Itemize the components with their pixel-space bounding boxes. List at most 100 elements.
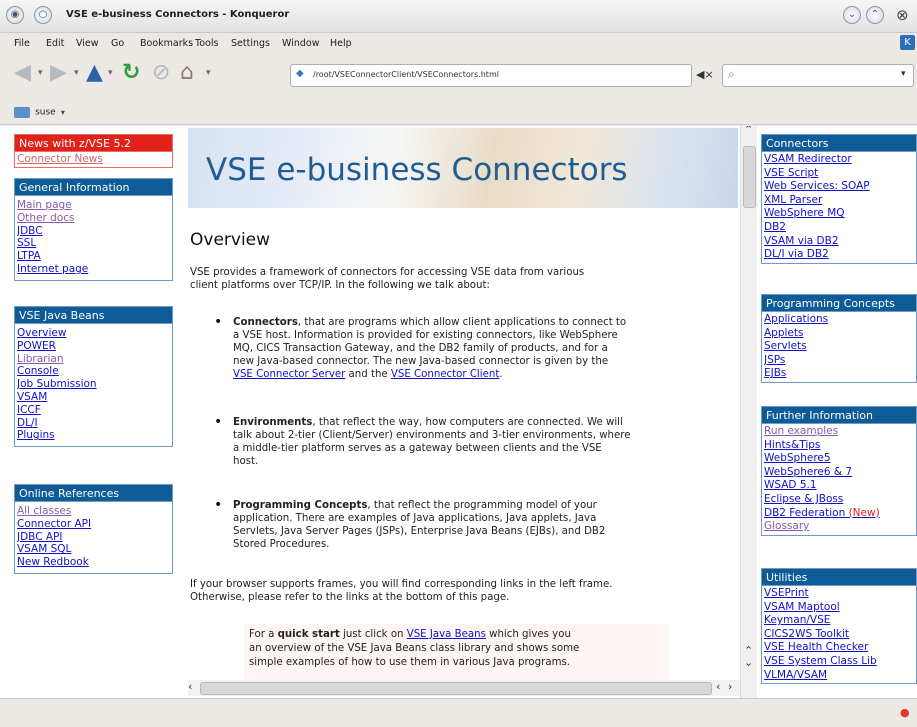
nav-link[interactable]: Keyman/VSE (764, 614, 916, 628)
location-bar[interactable]: ◆ /root/VSEConnectorClient/VSEConnectors… (290, 64, 692, 87)
reload-icon[interactable]: ↻ (122, 60, 140, 85)
konqueror-app-icon[interactable]: ◉ (6, 6, 24, 24)
home-dropdown-icon[interactable]: ▾ (206, 68, 211, 78)
nav-link[interactable]: Run examples (764, 425, 916, 439)
nav-link[interactable]: JDBC API (17, 531, 172, 544)
scroll-left-icon[interactable]: ‹ (188, 680, 192, 693)
bullet-text: and the (345, 369, 391, 380)
minimize-icon[interactable]: ⌄ (843, 6, 861, 24)
nav-link[interactable]: VSE System Class Lib (764, 655, 916, 669)
nav-link[interactable]: VLMA/VSAM (764, 669, 916, 683)
nav-link[interactable]: Plugins (17, 429, 172, 442)
scroll-up-icon[interactable]: ⌃ (744, 126, 753, 136)
nav-link[interactable]: WebSphere5 (764, 452, 916, 466)
forward-dropdown-icon[interactable]: ▾ (74, 68, 79, 78)
security-icon[interactable]: ● (900, 706, 910, 719)
nav-link[interactable]: Librarian (17, 353, 172, 366)
menu-edit[interactable]: Edit (46, 38, 64, 49)
up-icon[interactable]: ▲ (86, 60, 103, 85)
window-menu-icon[interactable]: ○ (34, 6, 52, 24)
nav-link[interactable]: LTPA (17, 250, 172, 263)
link-vse-connector-client[interactable]: VSE Connector Client (391, 369, 499, 380)
forward-icon[interactable]: ▶ (50, 60, 67, 85)
nav-link[interactable]: EJBs (764, 367, 916, 381)
nav-link[interactable]: VSE Health Checker (764, 641, 916, 655)
nav-link[interactable]: DB2 (764, 221, 916, 235)
nav-link[interactable]: WSAD 5.1 (764, 479, 916, 493)
horizontal-scroll-thumb[interactable] (200, 682, 712, 695)
nav-link[interactable]: Servlets (764, 340, 916, 354)
link-vse-java-beans[interactable]: VSE Java Beans (407, 629, 486, 640)
clear-location-icon[interactable]: ◀× (696, 68, 714, 81)
menu-go[interactable]: Go (111, 38, 124, 49)
nav-link[interactable]: New Redbook (17, 556, 172, 569)
menu-file[interactable]: File (14, 38, 30, 49)
menu-window[interactable]: Window (282, 38, 319, 49)
bookmark-folder-suse[interactable]: suse ▾ (14, 102, 65, 121)
back-icon[interactable]: ◀ (14, 60, 31, 85)
nav-link[interactable]: Job Submission (17, 378, 172, 391)
search-field[interactable]: ⌕ ▾ (722, 64, 914, 87)
nav-link[interactable]: All classes (17, 505, 172, 518)
menu-bookmarks[interactable]: Bookmarks (140, 38, 193, 49)
nav-link[interactable]: ICCF (17, 404, 172, 417)
nav-link[interactable]: XML Parser (764, 194, 916, 208)
nav-link[interactable]: VSE Script (764, 167, 916, 181)
main-frame: VSE e-business Connectors Overview VSE p… (188, 126, 738, 698)
nav-link[interactable]: JDBC (17, 225, 172, 238)
menu-view[interactable]: View (76, 38, 99, 49)
nav-link[interactable]: Eclipse & JBoss (764, 493, 916, 507)
nav-link[interactable]: Hints&Tips (764, 439, 916, 453)
nav-link[interactable]: Internet page (17, 263, 172, 276)
vertical-scrollbar[interactable]: ⌃ ⌃ ⌄ (740, 126, 757, 698)
up-dropdown-icon[interactable]: ▾ (108, 68, 113, 78)
qs-bold: quick start (277, 629, 340, 640)
nav-link[interactable]: Applets (764, 327, 916, 341)
nav-link[interactable]: SSL (17, 237, 172, 250)
maximize-icon[interactable]: ⌃ (866, 6, 884, 24)
kde-menu-icon[interactable]: K (900, 35, 915, 50)
close-icon[interactable]: ⊗ (896, 6, 909, 24)
nav-link[interactable]: VSAM (17, 391, 172, 404)
page-banner: VSE e-business Connectors (188, 128, 738, 208)
nav-link[interactable]: WebSphere MQ (764, 207, 916, 221)
nav-link[interactable]: JSPs (764, 354, 916, 368)
vertical-scroll-thumb[interactable] (743, 146, 756, 208)
menu-help[interactable]: Help (330, 38, 352, 49)
nav-link[interactable]: Glossary (764, 520, 916, 534)
search-dropdown-icon[interactable]: ▾ (901, 69, 906, 79)
menu-tools[interactable]: Tools (195, 38, 218, 49)
right-nav-connectors: Connectors VSAM Redirector VSE Script We… (761, 134, 917, 264)
link-vse-connector-server[interactable]: VSE Connector Server (233, 369, 345, 380)
nav-link[interactable]: Connector API (17, 518, 172, 531)
nav-link[interactable]: Web Services: SOAP (764, 180, 916, 194)
nav-link[interactable]: VSAM Maptool (764, 601, 916, 615)
scroll-down-icon[interactable]: ⌄ (744, 656, 753, 669)
nav-link[interactable]: VSAM Redirector (764, 153, 916, 167)
nav-link[interactable]: DL/I (17, 417, 172, 430)
right-nav-utilities: Utilities VSEPrint VSAM Maptool Keyman/V… (761, 568, 917, 685)
back-dropdown-icon[interactable]: ▾ (38, 68, 43, 78)
window-title: VSE e-business Connectors - Konqueror (66, 9, 290, 20)
nav-link[interactable]: VSEPrint (764, 587, 916, 601)
stop-icon[interactable]: ⊘ (152, 60, 170, 85)
nav-link-connector-news[interactable]: Connector News (17, 153, 172, 166)
nav-link[interactable]: POWER (17, 340, 172, 353)
nav-link-db2-federation[interactable]: DB2 Federation (New) (764, 507, 916, 521)
scroll-left-icon[interactable]: ‹ (716, 680, 720, 693)
nav-link[interactable]: Overview (17, 327, 172, 340)
home-icon[interactable]: ⌂ (180, 60, 194, 85)
bullet-programming-concepts: Programming Concepts, that reflect the p… (233, 499, 733, 551)
horizontal-scrollbar[interactable]: ‹ ‹ › (188, 680, 740, 696)
nav-link[interactable]: DL/I via DB2 (764, 248, 916, 262)
scroll-right-icon[interactable]: › (728, 680, 732, 693)
nav-link[interactable]: WebSphere6 & 7 (764, 466, 916, 480)
nav-link[interactable]: CICS2WS Toolkit (764, 628, 916, 642)
nav-link[interactable]: Other docs (17, 212, 172, 225)
nav-link[interactable]: VSAM via DB2 (764, 235, 916, 249)
nav-link[interactable]: VSAM SQL (17, 543, 172, 556)
menu-settings[interactable]: Settings (231, 38, 270, 49)
nav-link[interactable]: Console (17, 365, 172, 378)
nav-link[interactable]: Applications (764, 313, 916, 327)
nav-link[interactable]: Main page (17, 199, 172, 212)
